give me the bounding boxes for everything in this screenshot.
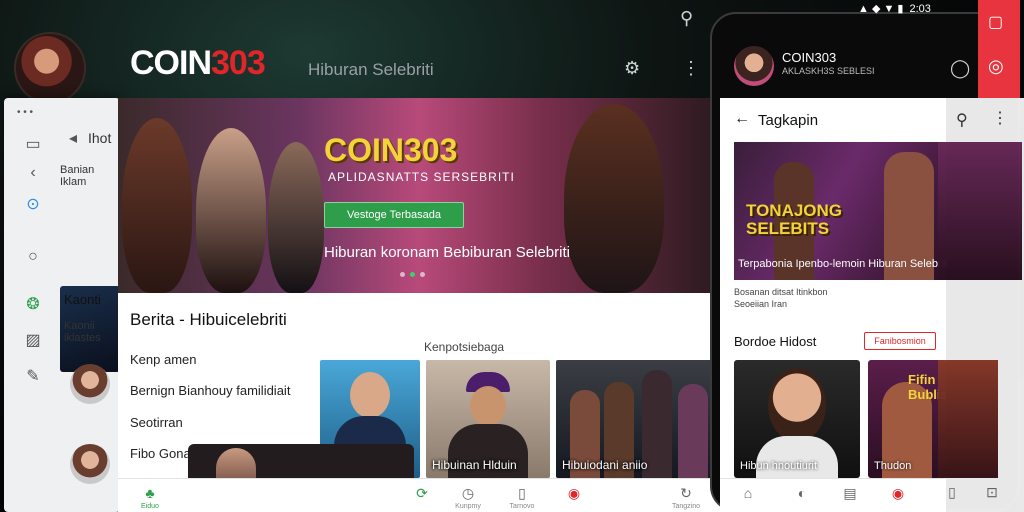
profile-icon[interactable]: ⊡	[974, 484, 1010, 501]
card-caption: Hibuiodani aniio	[562, 458, 648, 472]
news-card[interactable]: Hibuiodani aniio	[556, 360, 718, 478]
left-panel-item[interactable]: Kaonti	[64, 292, 101, 307]
contact-avatar[interactable]	[734, 46, 774, 86]
featured-title: TONAJONG SELEBITS	[746, 201, 843, 238]
side-menu-item[interactable]: Bernign Bianhouy familidiait	[130, 383, 290, 398]
menu-dots-icon[interactable]: • • •	[14, 102, 36, 124]
nav-label[interactable]: Kunpmy	[443, 503, 493, 510]
search-icon[interactable]: ⚲	[956, 110, 968, 130]
screen: COIN303 Hiburan Selebriti ⚙ ⋮ ⚲ • • • ▭ …	[0, 0, 1024, 512]
edit-icon[interactable]: ✎	[22, 366, 44, 388]
hero-banner[interactable]: COIN303 APLIDASNATTS SERSEBRITI Vestoge …	[118, 98, 720, 293]
settings-icon[interactable]: ⚙	[624, 58, 640, 79]
contact-subtitle: AKLASKH3S SEBLESI	[782, 66, 875, 76]
news-card[interactable]: Hibuinan Hlduin	[426, 360, 550, 478]
left-panel-item[interactable]: Banian Iklam	[60, 164, 120, 188]
more-vert-icon[interactable]: ⋮	[682, 58, 700, 79]
hero-title: COIN303	[324, 132, 458, 168]
home-icon[interactable]: ⌂	[730, 485, 766, 501]
home-icon[interactable]: ♣	[132, 485, 168, 501]
phone-bottom-nav: ⌂ ◐ ▤ ◉	[720, 478, 946, 512]
wifi-icon: ▲ ◆ ▼ ▮	[858, 3, 904, 15]
avatar[interactable]	[70, 444, 110, 484]
card-caption: Thudon	[874, 460, 912, 472]
chat-icon[interactable]: ◯	[950, 58, 970, 79]
back-arrow-icon[interactable]: ←	[734, 110, 750, 128]
side-menu-item[interactable]: Kenp amen	[130, 352, 197, 367]
nav-label[interactable]: Tarnovo	[497, 503, 547, 510]
card-caption: Hibuinan Hlduin	[432, 458, 517, 472]
live-icon[interactable]: ◉	[556, 485, 592, 502]
hero-caption: Hiburan koronam Bebiburan Selebriti	[324, 244, 570, 261]
bottom-nav: ♣ Eiduo ⟳ ◷ Kunpmy ▯ Tarnovo ◉ ↻ Tangzin…	[118, 478, 720, 512]
status-badge[interactable]: Fanibosmion	[864, 332, 936, 350]
hero-cta-button[interactable]: Vestoge Terbasada	[324, 202, 464, 228]
phone-icon[interactable]: ▯	[934, 484, 970, 501]
back-icon[interactable]: ‹	[22, 162, 44, 184]
celebrity-card[interactable]: Fifin Bublis Thudon	[868, 360, 946, 478]
featured-subtitle: Bosanan ditsat Itinkbon Seoeiian Iran	[734, 287, 828, 309]
share-arrow-icon[interactable]: ◂	[62, 128, 84, 150]
share-icon[interactable]: ⟳	[404, 485, 440, 502]
card-caption: Hibun hnoutiurit	[740, 460, 818, 472]
header-tagline: Hiburan Selebriti	[308, 60, 434, 79]
carousel-dots[interactable]	[400, 272, 425, 277]
featured-caption: Terpabonia Ipenbo-lemoin Hiburan Selebri…	[738, 258, 946, 270]
more-vert-icon[interactable]: ⋮	[992, 108, 1008, 128]
live-icon[interactable]: ◉	[880, 485, 916, 502]
hero-subtitle: APLIDASNATTS SERSEBRITI	[328, 170, 515, 184]
message-icon[interactable]: ▢	[988, 12, 1003, 32]
side-menu-item[interactable]: Fibo Gonar	[130, 446, 195, 461]
phone-section-title: Bordoe Hidost	[734, 334, 817, 349]
search-icon[interactable]: ⊙	[22, 194, 44, 216]
phone-topbar-title: Tagkapin	[758, 112, 819, 129]
history-icon[interactable]: ◷	[450, 485, 486, 502]
search-icon[interactable]: ⚲	[680, 8, 693, 29]
header-avatar[interactable]	[14, 32, 86, 104]
side-menu-item[interactable]: Seotirran	[130, 415, 183, 430]
image-icon[interactable]: ▨	[22, 330, 44, 352]
featured-banner[interactable]: TONAJONG SELEBITS Terpabonia Ipenbo-lemo…	[734, 142, 946, 280]
nav-label[interactable]: Tangzino	[661, 503, 711, 510]
phone-screen: ← Tagkapin TONAJONG SELEBITS Terpabonia …	[720, 98, 946, 512]
left-panel-title: Ihot	[88, 130, 112, 146]
notification-icon[interactable]: ◎	[988, 56, 1004, 77]
right-overlay-panel: ⚲ ⋮ ▯ ⊡	[938, 98, 1024, 512]
list-icon[interactable]: ▤	[832, 485, 868, 502]
contact-name: COIN303	[782, 50, 837, 65]
nav-label[interactable]: Eiduo	[125, 503, 175, 510]
trending-label: Kenpotsiebaga	[424, 340, 505, 354]
archive-icon[interactable]: ▭	[22, 134, 44, 156]
status-bar: ▲ ◆ ▼ ▮ 2:03	[858, 3, 931, 15]
left-panel: • • • ▭ ‹ ⊙ ○ ❂ ▨ ✎ ◂ Ihot Banian Iklam …	[4, 98, 120, 512]
location-icon[interactable]: ○	[22, 246, 44, 268]
section-title: Berita - Hibuicelebriti	[130, 310, 287, 329]
explore-icon[interactable]: ◐	[784, 485, 820, 501]
avatar[interactable]	[70, 364, 110, 404]
share-icon[interactable]: ❂	[22, 294, 44, 316]
side-action-rail: ▢ ◎	[978, 0, 1020, 98]
app-logo[interactable]: COIN303	[130, 44, 266, 83]
main-panel: COIN303 APLIDASNATTS SERSEBRITI Vestoge …	[118, 98, 720, 512]
phone-icon[interactable]: ▯	[504, 485, 540, 502]
refresh-icon[interactable]: ↻	[668, 485, 704, 502]
left-panel-item[interactable]: Kaonii iklastes	[64, 320, 120, 344]
celebrity-card[interactable]: Hibun hnoutiurit	[734, 360, 860, 478]
